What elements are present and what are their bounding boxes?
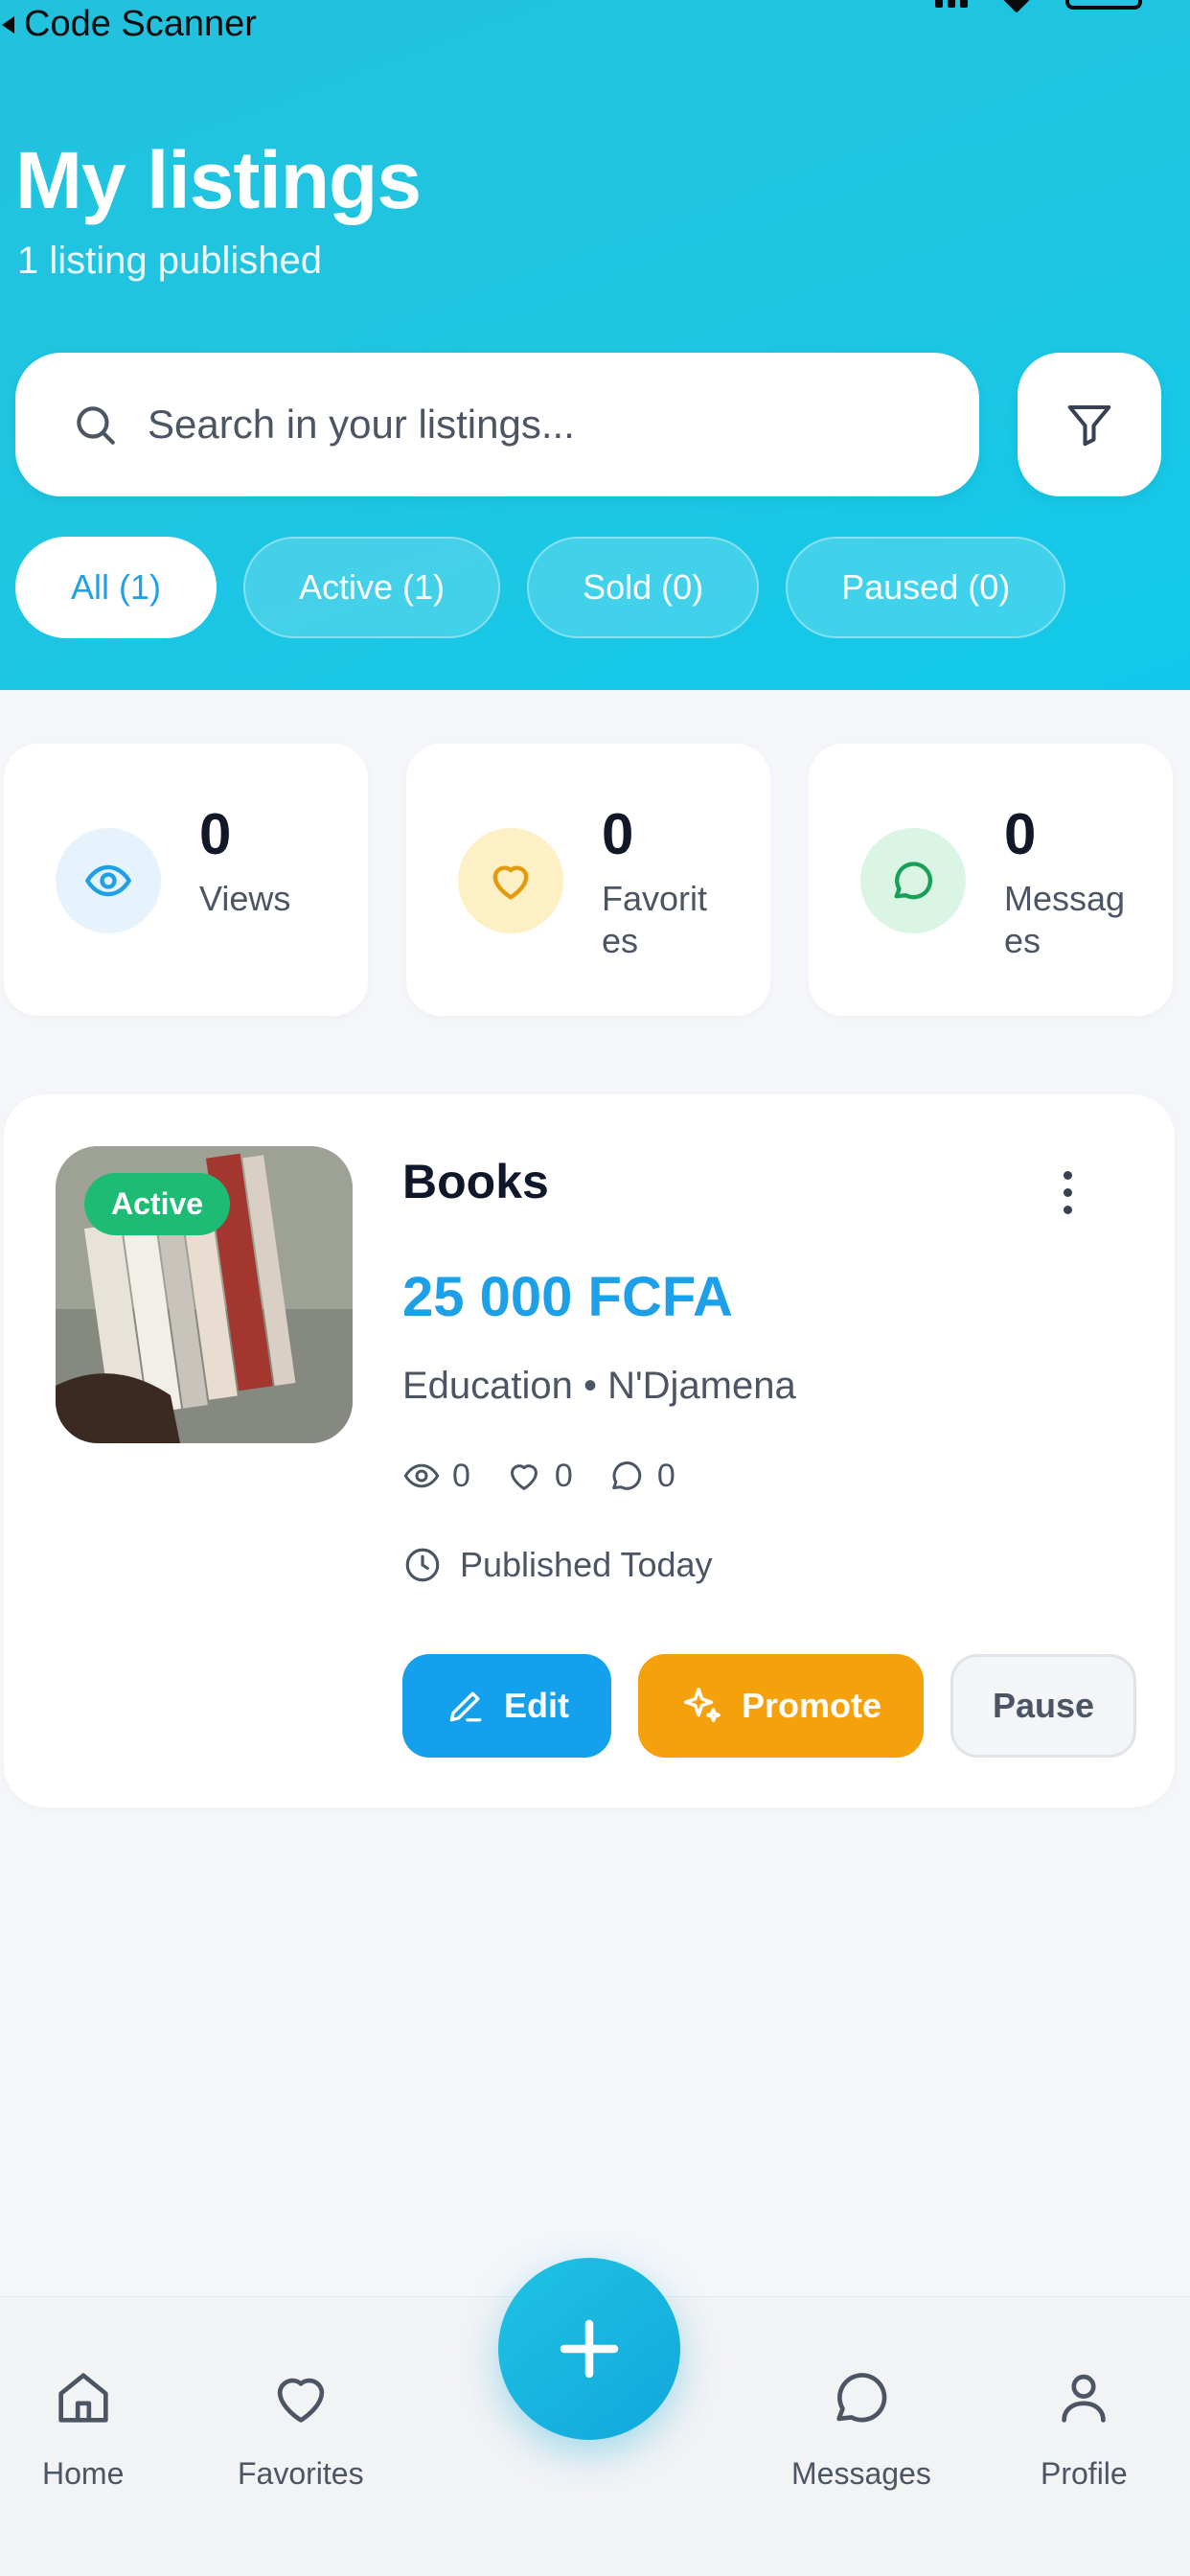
listing-title: Books: [402, 1155, 549, 1208]
nav-home-label: Home: [42, 2456, 125, 2491]
listing-views-count: 0: [452, 1457, 470, 1494]
user-icon: [1062, 2374, 1107, 2423]
chip-active[interactable]: Active (1): [243, 537, 501, 638]
listing-category-location: Education • N'Djamena: [402, 1365, 796, 1407]
heart-icon: [277, 2378, 325, 2423]
edit-button[interactable]: Edit: [402, 1654, 611, 1758]
add-listing-button[interactable]: [498, 2258, 680, 2440]
listing-actions: Edit Promote Pause: [402, 1654, 1136, 1758]
eye-icon: [403, 1463, 440, 1488]
search-input[interactable]: [148, 402, 914, 448]
stat-favorites: 0 Favorites: [406, 744, 770, 1016]
nav-favorites-label: Favorites: [238, 2456, 364, 2491]
chip-paused[interactable]: Paused (0): [786, 537, 1066, 638]
back-triangle-icon: [2, 15, 14, 34]
sparkle-icon: [684, 1688, 721, 1723]
listing-counts: 0 0 0: [402, 1457, 675, 1495]
stat-messages: 0 Messages: [809, 744, 1173, 1016]
filter-chips: All (1) Active (1) Sold (0) Paused (0): [15, 537, 1066, 638]
nav-messages[interactable]: Messages: [791, 2364, 931, 2492]
pause-label: Pause: [992, 1686, 1095, 1725]
listing-favorites: 0: [505, 1457, 573, 1495]
search-bar[interactable]: [15, 353, 979, 496]
search-icon: [77, 406, 115, 445]
chip-sold[interactable]: Sold (0): [527, 537, 760, 638]
pause-button[interactable]: Pause: [950, 1654, 1136, 1758]
messages-label: Messages: [1004, 879, 1126, 960]
wifi-icon: [1001, 0, 1032, 13]
listing-price: 25 000 FCFA: [402, 1266, 733, 1328]
stat-views: 0 Views: [4, 744, 368, 1016]
published-text: Published Today: [460, 1545, 713, 1584]
status-badge: Active: [84, 1173, 231, 1235]
nav-messages-label: Messages: [791, 2456, 931, 2491]
listing-favorites-count: 0: [554, 1457, 573, 1494]
plus-icon: [560, 2319, 619, 2379]
battery-icon: [1065, 0, 1142, 10]
chat-icon: [860, 828, 966, 933]
clock-icon: [405, 1548, 440, 1582]
favorites-label: Favorites: [602, 879, 708, 960]
messages-count: 0: [1004, 802, 1037, 866]
filter-button[interactable]: [1018, 353, 1161, 496]
more-options-icon[interactable]: [1064, 1171, 1072, 1214]
listing-thumbnail[interactable]: Active: [56, 1146, 353, 1443]
signal-icon: [935, 0, 968, 8]
chip-all[interactable]: All (1): [15, 537, 217, 638]
eye-icon: [56, 828, 161, 933]
nav-home[interactable]: Home: [42, 2364, 124, 2492]
status-indicators: [935, 0, 1142, 13]
status-back-link[interactable]: Code Scanner: [0, 4, 257, 45]
listing-card[interactable]: Active Books 25 000 FCFA Education • N'D…: [4, 1094, 1175, 1807]
nav-favorites[interactable]: Favorites: [238, 2364, 364, 2492]
published-info: Published Today: [402, 1545, 713, 1585]
nav-profile[interactable]: Profile: [1041, 2364, 1128, 2492]
chat-icon: [612, 1461, 642, 1490]
nav-profile-label: Profile: [1041, 2456, 1128, 2491]
chat-icon: [836, 2373, 887, 2423]
heart-icon: [510, 1464, 538, 1490]
promote-label: Promote: [741, 1686, 882, 1725]
filter-icon: [1067, 404, 1111, 447]
status-back-label: Code Scanner: [24, 4, 257, 44]
listing-views: 0: [402, 1457, 470, 1495]
views-count: 0: [199, 802, 232, 866]
listing-messages: 0: [607, 1457, 675, 1495]
edit-label: Edit: [504, 1686, 569, 1725]
favorites-count: 0: [602, 802, 634, 866]
pencil-icon: [449, 1691, 482, 1722]
header: Code Scanner My listings 1 listing publi…: [0, 0, 1190, 690]
promote-button[interactable]: Promote: [638, 1654, 924, 1758]
views-label: Views: [199, 879, 291, 918]
heart-icon: [458, 828, 563, 933]
page-subtitle: 1 listing published: [17, 240, 322, 282]
home-icon: [58, 2373, 108, 2423]
page-title: My listings: [15, 135, 422, 225]
listing-messages-count: 0: [656, 1457, 675, 1494]
stats-row: 0 Views 0 Favorites 0 Messages: [4, 744, 1173, 1016]
